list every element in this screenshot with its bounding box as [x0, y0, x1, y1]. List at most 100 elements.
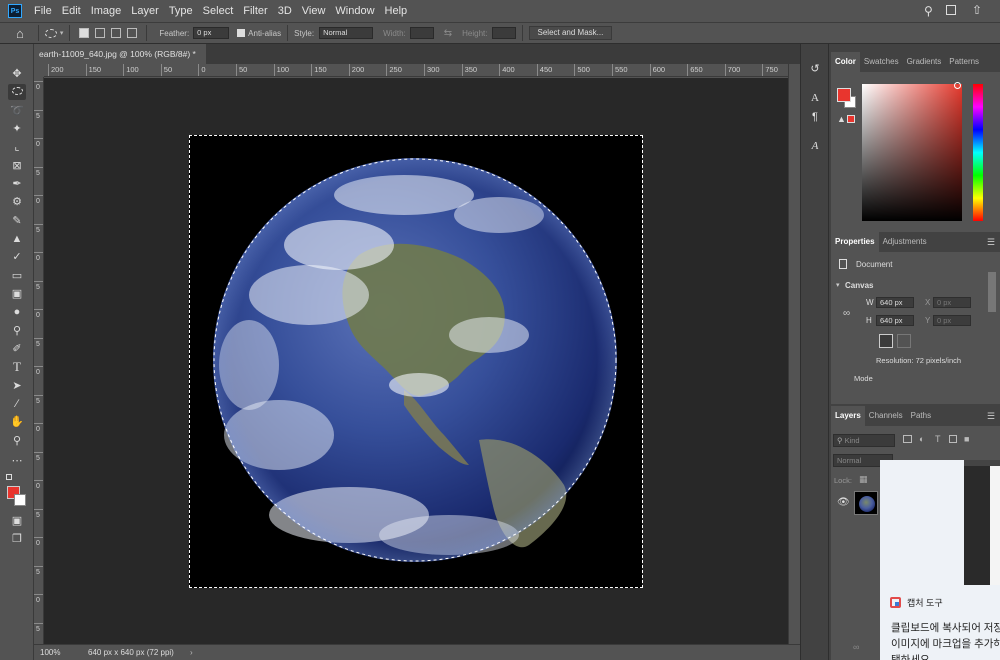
document-tab[interactable]: earth-11009_640.jpg @ 100% (RGB/8#) * × [34, 44, 206, 79]
lasso-tool-icon[interactable]: ➰ [8, 103, 26, 119]
menu-filter[interactable]: Filter [238, 0, 272, 22]
hand-tool-icon[interactable]: ✋ [8, 414, 26, 430]
swap-icon[interactable]: ⇆ [444, 28, 452, 39]
eraser-tool-icon[interactable]: ▭ [8, 268, 26, 284]
link-icon[interactable]: ∞ [843, 308, 850, 319]
tab-swatches[interactable]: Swatches [860, 52, 903, 72]
canvas-y-input[interactable]: 0 px [933, 315, 971, 326]
menu-edit[interactable]: Edit [57, 0, 86, 22]
eyedropper-tool-icon[interactable]: ✒ [8, 176, 26, 192]
healing-brush-tool-icon[interactable]: ⚙ [8, 194, 26, 210]
menu-3d[interactable]: 3D [273, 0, 297, 22]
filter-adjustment-icon[interactable]: ◐ [919, 434, 924, 444]
share-icon[interactable]: ⇧ [972, 3, 982, 17]
magic-wand-tool-icon[interactable]: ✦ [8, 121, 26, 137]
menu-layer[interactable]: Layer [126, 0, 164, 22]
menu-image[interactable]: Image [86, 0, 127, 22]
panel-menu-icon[interactable]: ☰ [987, 237, 995, 248]
new-selection-icon[interactable] [79, 28, 90, 38]
menu-select[interactable]: Select [198, 0, 239, 22]
history-panel-icon[interactable]: ↺ [808, 62, 822, 76]
dodge-tool-icon[interactable]: ⚲ [8, 323, 26, 339]
crop-tool-icon[interactable]: ⌞ [8, 139, 26, 155]
hue-slider[interactable] [973, 84, 983, 221]
blur-tool-icon[interactable]: ● [8, 304, 26, 320]
tab-adjustments[interactable]: Adjustments [879, 232, 931, 252]
foreground-color-swatch[interactable] [837, 88, 851, 102]
feather-input[interactable]: 0 px [193, 27, 230, 39]
pen-tool-icon[interactable]: ✐ [8, 341, 26, 357]
workspace-icon[interactable] [946, 5, 956, 15]
landscape-orientation-icon[interactable] [897, 334, 911, 348]
intersect-selection-icon[interactable] [127, 28, 138, 38]
status-menu-icon[interactable]: › [190, 645, 193, 660]
layer-filter-field[interactable]: ⚲ Kind [833, 434, 895, 447]
brush-tool-icon[interactable]: ✎ [8, 213, 26, 229]
canvas-height-input[interactable]: 640 px [876, 315, 914, 326]
zoom-tool-icon[interactable]: ⚲ [8, 433, 26, 449]
tab-layers[interactable]: Layers [831, 406, 865, 426]
link-layers-icon[interactable]: ∞ [853, 642, 859, 652]
canvas-width-input[interactable]: 640 px [876, 297, 914, 308]
ruler-label: 0 [201, 65, 206, 74]
move-tool-icon[interactable]: ✥ [8, 66, 26, 82]
filter-type-icon[interactable]: T [935, 434, 941, 444]
filter-pixel-icon[interactable] [903, 435, 912, 443]
clone-stamp-tool-icon[interactable]: ▲ [8, 231, 26, 247]
width-input[interactable] [409, 27, 434, 39]
filter-shape-icon[interactable] [949, 435, 957, 443]
height-label: Height: [462, 28, 488, 38]
line-tool-icon[interactable]: ∕ [8, 396, 26, 412]
menu-type[interactable]: Type [164, 0, 198, 22]
elliptical-marquee-tool-icon[interactable] [8, 84, 26, 100]
portrait-orientation-icon[interactable] [879, 334, 893, 348]
select-and-mask-button[interactable]: Select and Mask... [528, 26, 613, 40]
height-input[interactable] [491, 27, 516, 39]
gradient-tool-icon[interactable]: ▣ [8, 286, 26, 302]
frame-tool-icon[interactable]: ⊠ [8, 158, 26, 174]
menu-file[interactable]: File [29, 0, 57, 22]
properties-scrollbar[interactable] [988, 272, 996, 312]
paragraph-panel-icon[interactable]: ¶ [808, 110, 822, 124]
tab-channels[interactable]: Channels [865, 406, 907, 426]
search-icon[interactable]: ⚲ [924, 4, 933, 18]
subtract-from-selection-icon[interactable] [111, 28, 122, 38]
style-select[interactable]: Normal [319, 27, 374, 39]
menu-view[interactable]: View [297, 0, 331, 22]
eye-icon[interactable]: 👁 [837, 497, 850, 508]
menu-window[interactable]: Window [330, 0, 379, 22]
type-tool-icon[interactable]: T [8, 359, 26, 375]
color-picker-cursor[interactable] [954, 82, 961, 89]
elliptical-marquee-preset-icon[interactable] [44, 28, 57, 38]
lock-transparent-icon[interactable]: ▦ [859, 474, 868, 485]
websafe-color-swatch[interactable] [847, 115, 855, 123]
color-field[interactable] [862, 84, 962, 221]
tab-patterns[interactable]: Patterns [945, 52, 983, 72]
tab-gradients[interactable]: Gradients [903, 52, 946, 72]
glyphs-panel-icon[interactable]: A [808, 139, 822, 153]
capture-tool-notification[interactable]: 캡처 도구 클립보드에 복사되어 저장 이미지에 마크업을 추가하 택하세요. [880, 460, 1000, 660]
panel-menu-icon[interactable]: ☰ [987, 411, 995, 422]
tab-properties[interactable]: Properties [831, 232, 879, 252]
character-panel-icon[interactable]: A [808, 91, 822, 105]
screenshot-preview[interactable] [964, 460, 1000, 585]
tab-paths[interactable]: Paths [907, 406, 935, 426]
anti-alias-checkbox[interactable] [237, 29, 246, 37]
path-selection-tool-icon[interactable]: ➤ [8, 378, 26, 394]
filter-smart-object-icon[interactable]: ■ [964, 434, 969, 444]
screen-mode-icon[interactable]: ❐ [8, 531, 26, 547]
quick-mask-icon[interactable]: ▣ [8, 513, 26, 529]
history-brush-tool-icon[interactable]: ✓ [8, 249, 26, 265]
chevron-down-icon[interactable]: ▾ [836, 281, 840, 289]
background-color-swatch[interactable] [14, 494, 26, 506]
zoom-level[interactable]: 100% [40, 645, 60, 660]
more-tools-icon[interactable]: ⋯ [8, 453, 26, 469]
tab-color[interactable]: Color [831, 52, 860, 72]
vertical-scrollbar[interactable] [788, 64, 800, 644]
chevron-down-icon[interactable]: ▾ [60, 29, 64, 37]
canvas-x-input[interactable]: 0 px [933, 297, 971, 308]
home-icon[interactable]: ⌂ [16, 26, 24, 41]
add-to-selection-icon[interactable] [95, 28, 106, 38]
default-colors-icon[interactable] [6, 474, 12, 480]
menu-help[interactable]: Help [380, 0, 413, 22]
